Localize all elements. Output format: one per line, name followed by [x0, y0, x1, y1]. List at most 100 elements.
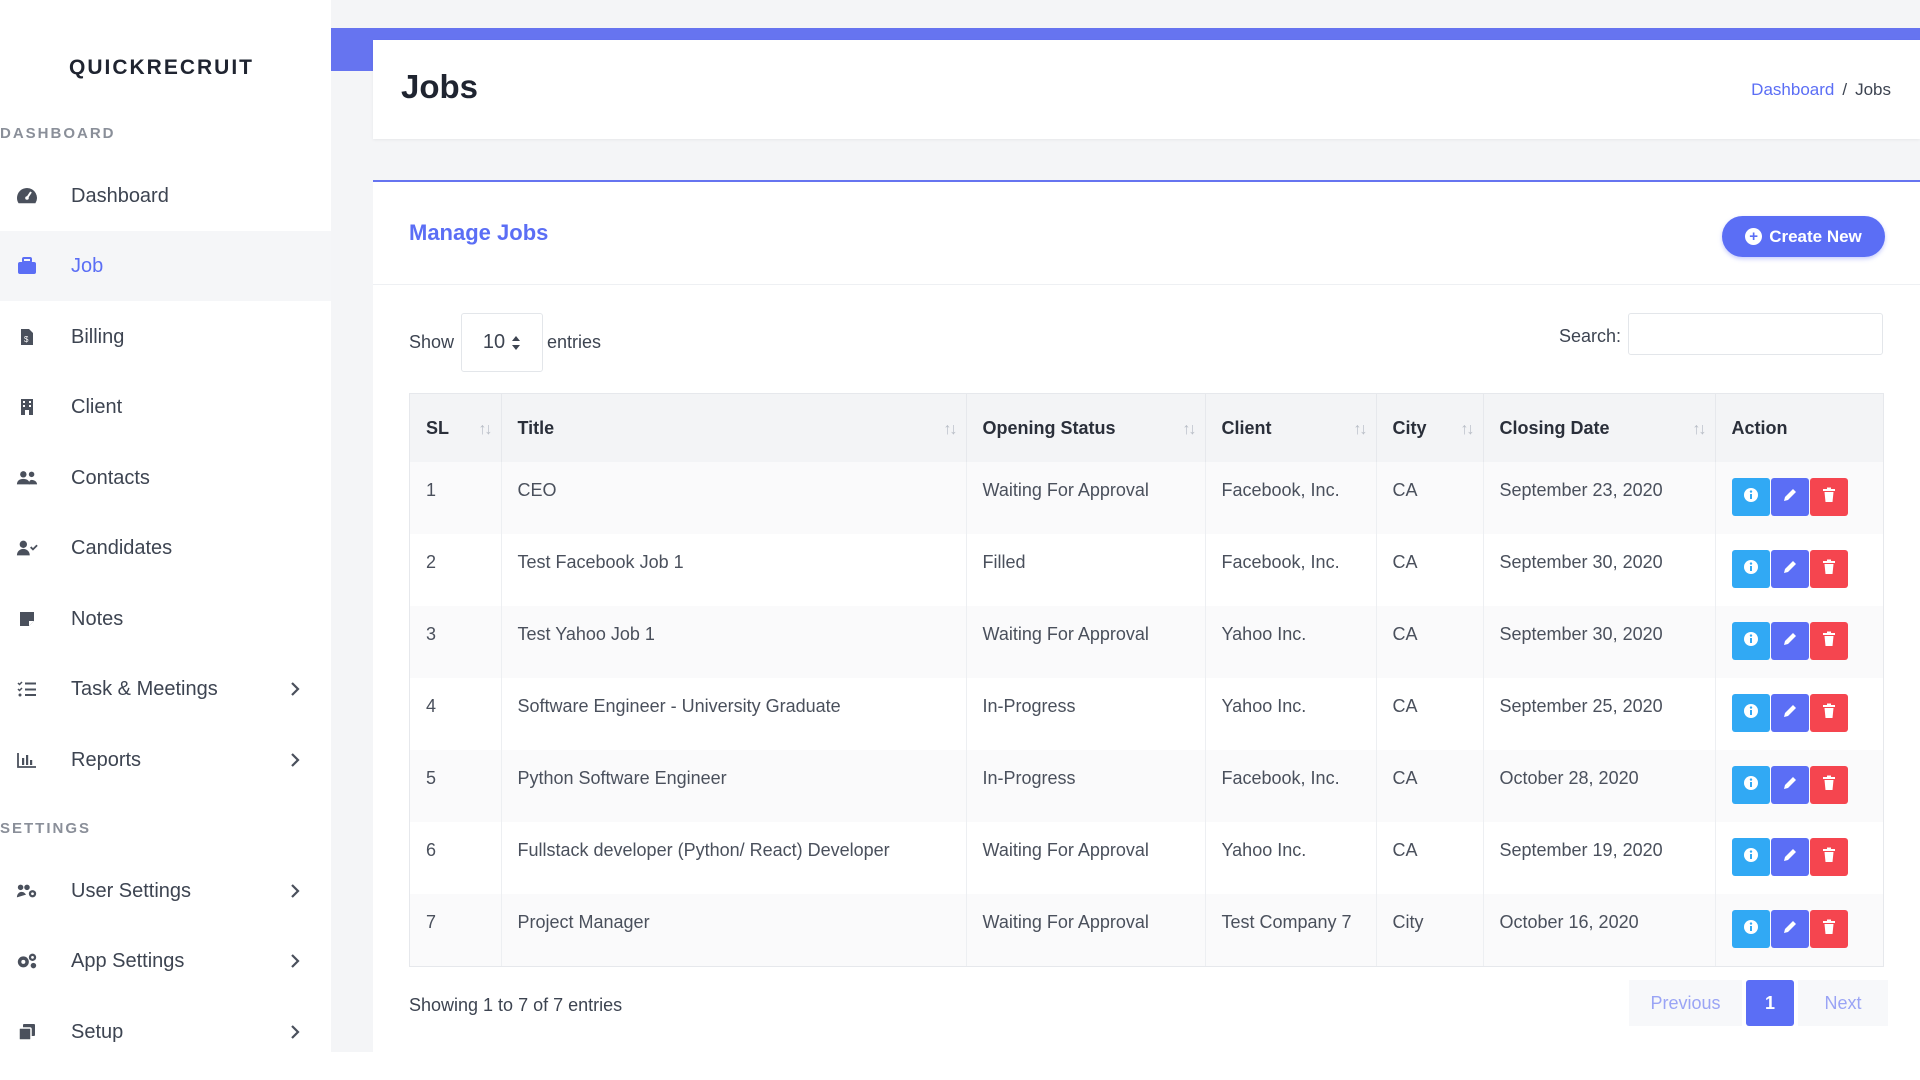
trash-icon	[1822, 847, 1836, 868]
view-button[interactable]	[1731, 550, 1770, 588]
info-icon	[1743, 847, 1759, 868]
pagination-page-1[interactable]: 1	[1746, 980, 1794, 1026]
cell-title: CEO	[501, 462, 967, 534]
cell-client: Yahoo Inc.	[1205, 606, 1377, 678]
info-icon	[1743, 775, 1759, 796]
pagination-previous[interactable]: Previous	[1629, 980, 1742, 1026]
edit-button[interactable]	[1770, 838, 1809, 876]
entries-per-page-select[interactable]: 10	[461, 313, 543, 372]
sidebar-item-label: Dashboard	[71, 184, 169, 207]
trash-icon	[1822, 631, 1836, 652]
create-new-label: Create New	[1769, 226, 1862, 246]
delete-button[interactable]	[1809, 838, 1848, 876]
sidebar-item-notes[interactable]: Notes	[0, 584, 331, 654]
delete-button[interactable]	[1809, 622, 1848, 660]
breadcrumb-separator: /	[1842, 80, 1848, 99]
trash-icon	[1822, 775, 1836, 796]
chevron-right-icon	[287, 883, 303, 899]
cell-client: Yahoo Inc.	[1205, 822, 1377, 894]
cell-status: Waiting For Approval	[966, 462, 1206, 534]
plus-circle-icon: +	[1745, 228, 1763, 245]
brand-logo[interactable]: QUICKRECRUIT	[69, 56, 254, 80]
pagination-next[interactable]: Next	[1798, 980, 1888, 1026]
create-new-button[interactable]: + Create New	[1722, 216, 1885, 257]
column-header-city[interactable]: City ↑↓	[1376, 394, 1484, 462]
jobs-table: SL ↑↓ Title ↑↓ Opening Status ↑↓ Client ↑↓ C…	[409, 393, 1884, 967]
view-button[interactable]	[1731, 766, 1770, 804]
sidebar-item-label: Billing	[71, 325, 125, 348]
edit-button[interactable]	[1770, 478, 1809, 516]
edit-button[interactable]	[1770, 910, 1809, 948]
delete-button[interactable]	[1809, 910, 1848, 948]
column-label: Closing Date	[1499, 417, 1610, 438]
info-icon	[1743, 559, 1759, 580]
sidebar-item-candidates[interactable]: Candidates	[0, 513, 331, 583]
column-header-sl[interactable]: SL ↑↓	[410, 394, 502, 462]
cogs-icon	[16, 950, 38, 972]
sidebar-item-job[interactable]: Job	[0, 231, 331, 301]
delete-button[interactable]	[1809, 694, 1848, 732]
cell-closing: September 30, 2020	[1483, 534, 1716, 606]
cell-actions	[1715, 606, 1883, 678]
cell-closing: September 25, 2020	[1483, 678, 1716, 750]
show-label: Show	[409, 332, 455, 352]
delete-button[interactable]	[1809, 550, 1848, 588]
column-header-closing-date[interactable]: Closing Date ↑↓	[1483, 394, 1716, 462]
building-icon	[16, 396, 38, 418]
sidebar-item-app-settings[interactable]: App Settings	[0, 926, 331, 996]
edit-button[interactable]	[1770, 622, 1809, 660]
view-button[interactable]	[1731, 910, 1770, 948]
row-actions	[1731, 550, 1884, 588]
sidebar-item-task-meetings[interactable]: Task & Meetings	[0, 654, 331, 724]
users-cog-icon	[16, 880, 38, 902]
sort-icon: ↑↓	[1353, 420, 1368, 438]
cell-status: Filled	[966, 534, 1206, 606]
sort-icon: ↑↓	[1692, 420, 1707, 438]
sidebar-item-contacts[interactable]: Contacts	[0, 443, 331, 513]
cell-client: Test Company 7	[1205, 894, 1377, 966]
cell-city: CA	[1376, 678, 1484, 750]
table-row: 7 Project Manager Waiting For Approval Test…	[410, 894, 1883, 966]
edit-button[interactable]	[1770, 550, 1809, 588]
view-button[interactable]	[1731, 694, 1770, 732]
cell-sl: 5	[410, 750, 502, 822]
column-label: SL	[426, 417, 450, 438]
cell-client: Yahoo Inc.	[1205, 678, 1377, 750]
edit-button[interactable]	[1770, 694, 1809, 732]
table-row: 5 Python Software Engineer In-Progress Face…	[410, 750, 1883, 822]
page-title: Jobs	[401, 68, 479, 105]
cell-client: Facebook, Inc.	[1205, 750, 1377, 822]
briefcase-icon	[16, 255, 38, 277]
cell-actions	[1715, 462, 1883, 534]
column-header-opening-status[interactable]: Opening Status ↑↓	[966, 394, 1206, 462]
delete-button[interactable]	[1809, 478, 1848, 516]
column-header-client[interactable]: Client ↑↓	[1205, 394, 1377, 462]
cell-actions	[1715, 894, 1883, 966]
cell-status: Waiting For Approval	[966, 606, 1206, 678]
sidebar-item-label: Job	[71, 254, 104, 277]
cell-closing: October 16, 2020	[1483, 894, 1716, 966]
cell-closing: September 23, 2020	[1483, 462, 1716, 534]
view-button[interactable]	[1731, 838, 1770, 876]
table-row: 2 Test Facebook Job 1 Filled Facebook, Inc.…	[410, 534, 1883, 606]
sidebar-item-label: App Settings	[71, 949, 185, 972]
column-header-title[interactable]: Title ↑↓	[501, 394, 967, 462]
sidebar-item-reports[interactable]: Reports	[0, 725, 331, 795]
sidebar-item-user-settings[interactable]: User Settings	[0, 856, 331, 926]
delete-button[interactable]	[1809, 766, 1848, 804]
sort-icon: ↑↓	[478, 420, 493, 438]
cell-actions	[1715, 750, 1883, 822]
sidebar-item-client[interactable]: Client	[0, 372, 331, 442]
breadcrumb-link-dashboard[interactable]: Dashboard	[1751, 80, 1834, 99]
view-button[interactable]	[1731, 478, 1770, 516]
trash-icon	[1822, 559, 1836, 580]
edit-button[interactable]	[1770, 766, 1809, 804]
trash-icon	[1822, 703, 1836, 724]
speedometer-icon	[16, 185, 38, 207]
sidebar-item-label: Client	[71, 395, 123, 418]
view-button[interactable]	[1731, 622, 1770, 660]
sidebar-item-dashboard[interactable]: Dashboard	[0, 161, 331, 231]
search-input[interactable]	[1628, 313, 1883, 355]
cell-status: In-Progress	[966, 750, 1206, 822]
sidebar-item-billing[interactable]: $ Billing	[0, 302, 331, 372]
